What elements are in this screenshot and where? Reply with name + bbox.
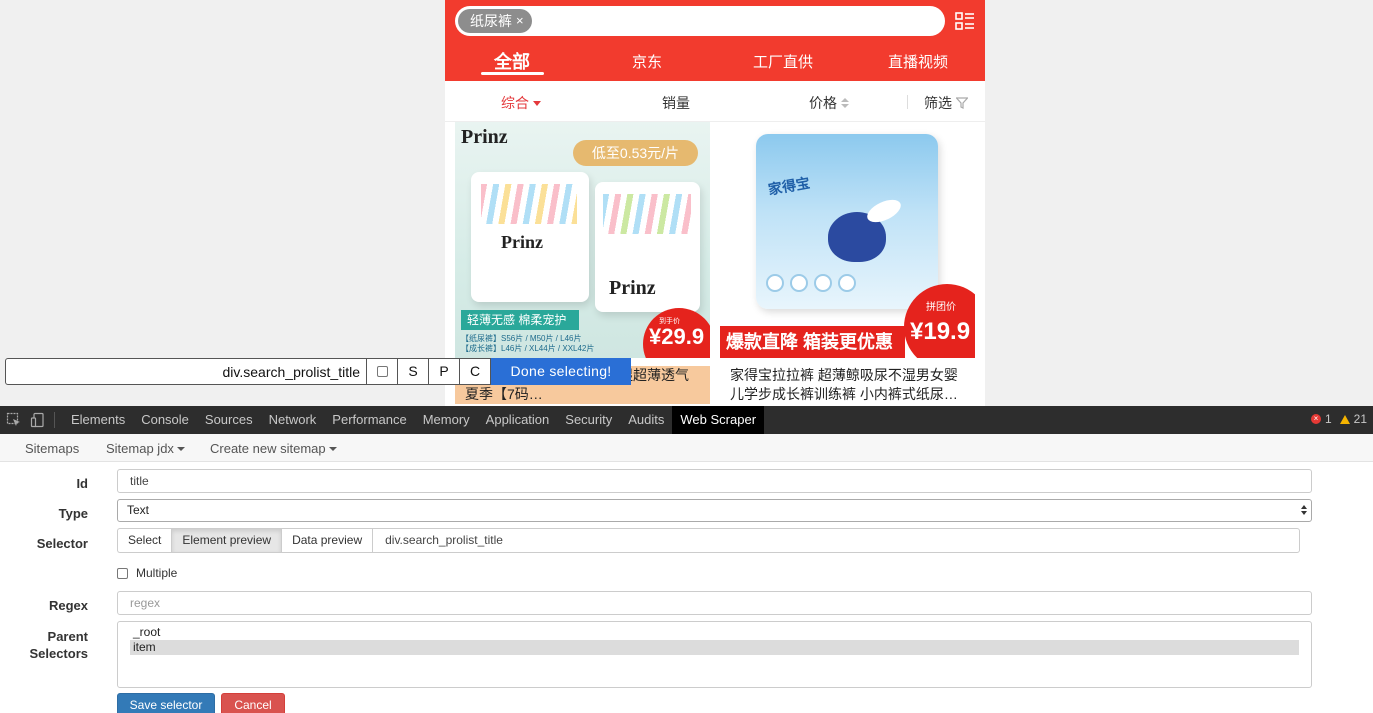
tab-web-scraper[interactable]: Web Scraper	[672, 406, 765, 434]
select-arrows-icon	[1301, 505, 1307, 515]
console-status[interactable]: × 1 21	[1310, 412, 1367, 426]
parent-option-item[interactable]: item	[130, 640, 1299, 655]
filter-button[interactable]: 筛选	[924, 93, 968, 113]
divider	[907, 95, 908, 109]
clear-keyword-icon[interactable]: ×	[516, 9, 524, 33]
tab-all[interactable]: 全部	[457, 48, 567, 74]
tab-performance[interactable]: Performance	[324, 406, 414, 434]
funnel-icon	[956, 97, 968, 109]
nav-create-label: Create new sitemap	[210, 441, 326, 456]
tab-factory[interactable]: 工厂直供	[728, 51, 838, 72]
element-selector-bar: div.search_prolist_title S P C Done sele…	[5, 358, 631, 385]
nav-sitemaps[interactable]: Sitemaps	[25, 441, 79, 456]
selector-preview-input[interactable]: div.search_prolist_title	[5, 358, 367, 385]
screen: 纸尿裤 × 全部 京东 工厂直供 直播视频 综合 销量 价格 筛选 Prinz …	[0, 0, 1373, 713]
product-card[interactable]: 家得宝 拼团价 ¥19.9 爆款直降 箱装更优惠 家得宝拉拉裤 超薄鲸吸尿不湿男…	[720, 122, 975, 406]
active-tab-indicator	[481, 72, 544, 75]
parent-selectors-label: Parent Selectors	[29, 629, 88, 661]
filter-label: 筛选	[924, 95, 952, 111]
selector-input[interactable]: div.search_prolist_title	[372, 528, 1301, 553]
search-header: 纸尿裤 × 全部 京东 工厂直供 直播视频	[445, 0, 985, 81]
tab-memory[interactable]: Memory	[415, 406, 478, 434]
type-label: Type	[58, 506, 88, 521]
error-icon: ×	[1310, 414, 1321, 424]
element-preview-button[interactable]: Element preview	[171, 528, 282, 553]
warning-icon	[1339, 414, 1350, 424]
product-image[interactable]: Prinz 低至0.53元/片 Prinz Prinz 轻薄无感 棉柔宠护 【纸…	[455, 122, 710, 358]
sort-arrows-icon	[841, 98, 849, 108]
page-viewport: 纸尿裤 × 全部 京东 工厂直供 直播视频 综合 销量 价格 筛选 Prinz …	[0, 0, 1373, 406]
tab-jd[interactable]: 京东	[592, 51, 702, 72]
mobile-page: 纸尿裤 × 全部 京东 工厂直供 直播视频 综合 销量 价格 筛选 Prinz …	[445, 0, 985, 406]
selector-label: Selector	[36, 536, 88, 551]
sort-sales[interactable]: 销量	[662, 93, 690, 113]
price-badge: 低至0.53元/片	[573, 140, 698, 166]
id-input[interactable]: title	[117, 469, 1312, 493]
multiple-checkbox[interactable]	[117, 567, 128, 579]
save-selector-button[interactable]: Save selector	[117, 693, 215, 713]
divider	[54, 412, 55, 428]
multiple-checkbox[interactable]	[367, 358, 398, 385]
select-s-button[interactable]: S	[398, 358, 429, 385]
tab-security[interactable]: Security	[557, 406, 620, 434]
caret-down-icon	[328, 446, 337, 451]
product-image[interactable]: 家得宝 拼团价 ¥19.9 爆款直降 箱装更优惠	[720, 122, 975, 358]
price-seal: 到手价 ¥29.9	[643, 308, 710, 358]
devtools-toolbar: Elements Console Sources Network Perform…	[0, 406, 1373, 434]
search-keyword-label: 纸尿裤	[470, 13, 512, 29]
nav-create-sitemap-dropdown[interactable]: Create new sitemap	[210, 441, 337, 456]
inspect-element-icon[interactable]	[6, 412, 22, 428]
nav-sitemap-label: Sitemap jdx	[106, 441, 174, 456]
cancel-button[interactable]: Cancel	[221, 693, 285, 713]
tab-console[interactable]: Console	[133, 406, 197, 434]
scraper-nav: Sitemaps Sitemap jdx Create new sitemap	[0, 434, 1373, 462]
parent-option-root[interactable]: _root	[130, 625, 1299, 640]
select-c-button[interactable]: C	[460, 358, 491, 385]
size-info: 【纸尿裤】S56片 / M50片 / L46片 【成长裤】L46片 / XL44…	[461, 334, 595, 353]
type-value: Text	[127, 503, 150, 517]
sort-bar: 综合 销量 价格 筛选	[445, 81, 985, 122]
sort-sales-label: 销量	[662, 95, 690, 111]
tab-application[interactable]: Application	[478, 406, 558, 434]
brand-logo: Prinz	[461, 126, 508, 148]
nav-sitemap-dropdown[interactable]: Sitemap jdx	[106, 441, 185, 456]
tab-network[interactable]: Network	[261, 406, 325, 434]
promo-banner: 爆款直降 箱装更优惠	[720, 326, 905, 358]
regex-input[interactable]: regex	[117, 591, 1312, 615]
search-input[interactable]: 纸尿裤 ×	[455, 6, 945, 36]
tab-live-video[interactable]: 直播视频	[863, 51, 973, 72]
slogan-banner: 轻薄无感 棉柔宠护	[461, 310, 579, 330]
done-selecting-button[interactable]: Done selecting!	[491, 358, 631, 385]
error-count: 1	[1324, 412, 1332, 426]
sort-composite[interactable]: 综合	[501, 93, 541, 113]
caret-down-icon	[176, 446, 185, 451]
select-button[interactable]: Select	[117, 528, 172, 553]
sort-price-label: 价格	[809, 95, 837, 111]
device-toolbar-icon[interactable]	[30, 412, 46, 428]
tab-elements[interactable]: Elements	[63, 406, 133, 434]
id-label: Id	[76, 476, 88, 491]
regex-label: Regex	[48, 598, 88, 613]
nav-sitemaps-label: Sitemaps	[25, 441, 80, 456]
multiple-row: Multiple	[117, 566, 177, 580]
select-p-button[interactable]: P	[429, 358, 460, 385]
package-illustration: 家得宝	[756, 134, 938, 309]
parent-selectors-list[interactable]: _root item	[117, 621, 1312, 688]
sort-composite-label: 综合	[501, 95, 529, 111]
sort-price[interactable]: 价格	[809, 93, 849, 113]
data-preview-button[interactable]: Data preview	[281, 528, 373, 553]
package-illustration: Prinz	[471, 172, 589, 302]
search-keyword-tag[interactable]: 纸尿裤 ×	[458, 9, 532, 33]
package-illustration: Prinz	[595, 182, 700, 312]
selector-group: Select Element preview Data preview div.…	[117, 528, 1301, 553]
caret-down-icon	[533, 100, 541, 106]
multiple-label: Multiple	[136, 566, 178, 580]
list-view-icon[interactable]	[955, 11, 975, 31]
type-select[interactable]: Text	[117, 499, 1312, 522]
warning-count: 21	[1353, 412, 1367, 426]
tab-sources[interactable]: Sources	[197, 406, 261, 434]
product-title[interactable]: 家得宝拉拉裤 超薄鲸吸尿不湿男女婴儿学步成长裤训练裤 小内裤式纸尿…	[730, 366, 970, 404]
tab-audits[interactable]: Audits	[620, 406, 672, 434]
